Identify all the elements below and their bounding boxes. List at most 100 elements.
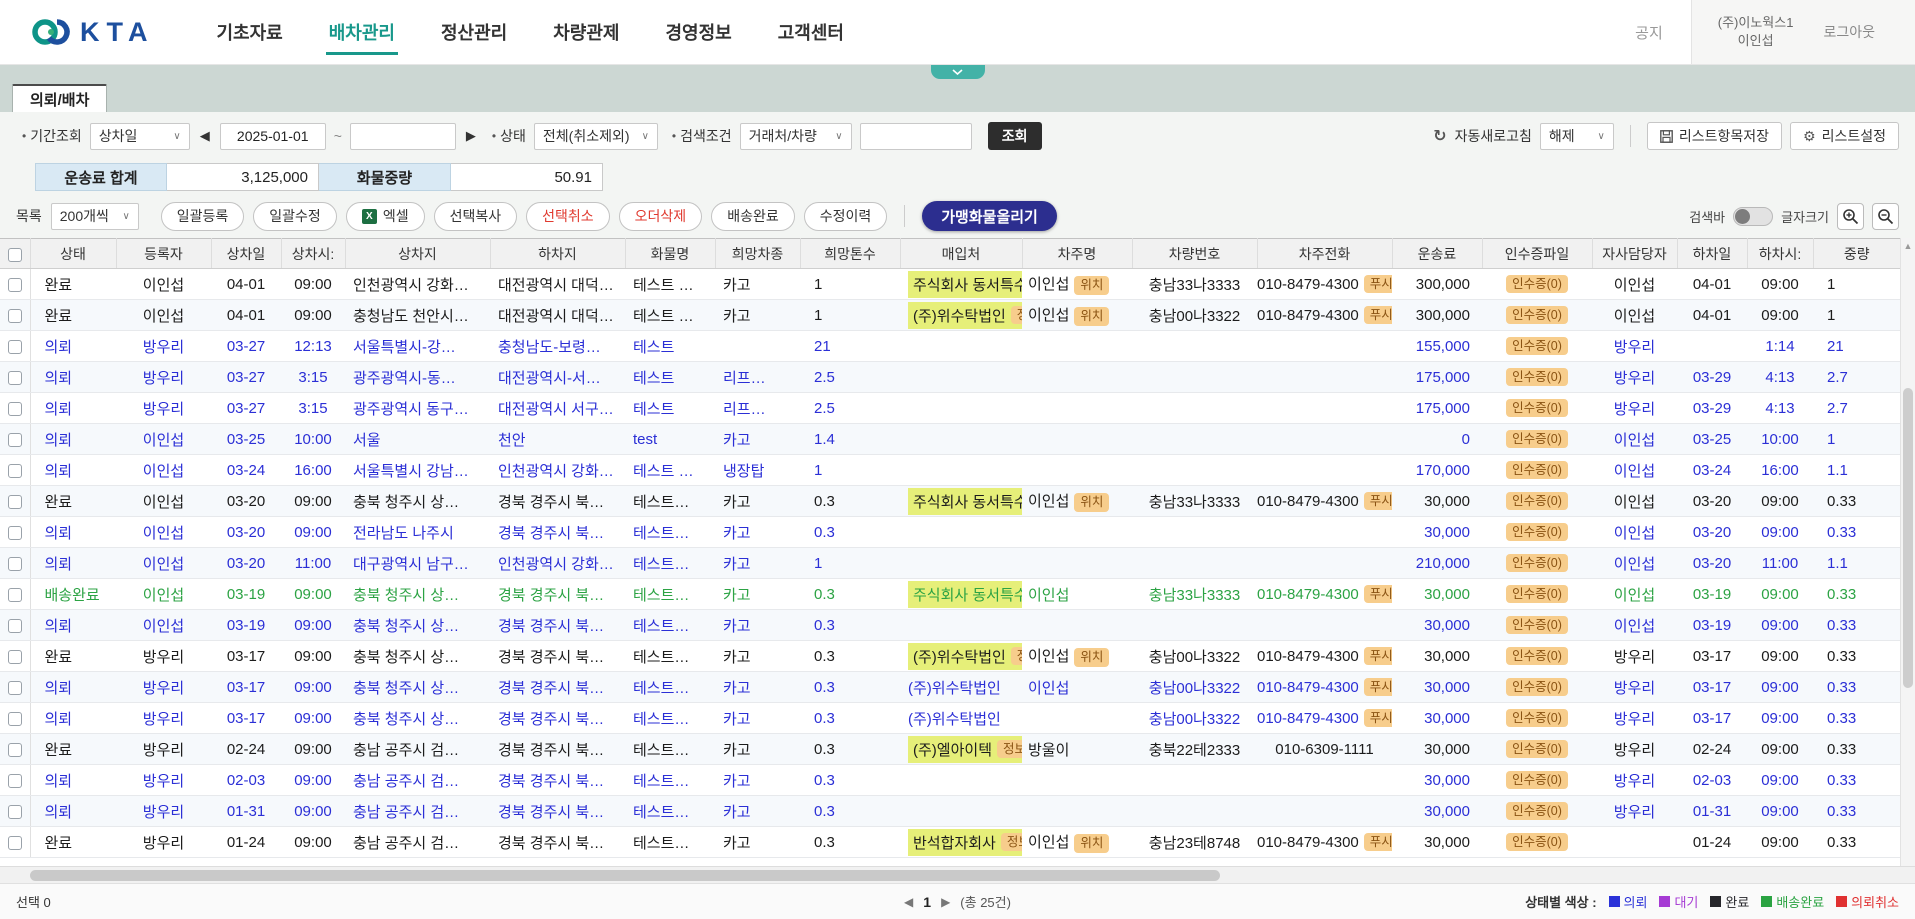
date-prev-button[interactable]: ◀ [198, 128, 212, 144]
row-checkbox[interactable] [8, 371, 22, 385]
row-checkbox[interactable] [8, 619, 22, 633]
row-checkbox[interactable] [8, 278, 22, 292]
buyer-highlight[interactable]: (주)위수탁법인정보 [908, 643, 1022, 670]
table-row[interactable]: 의뢰방우리03-1709:00충북 청주시 상…경북 경주시 북…테스트…카고0… [0, 672, 1900, 703]
receipt-badge[interactable]: 인수증(0) [1506, 678, 1568, 696]
row-checkbox[interactable] [8, 743, 22, 757]
column-header-운송료[interactable]: 운송료 [1392, 239, 1482, 269]
table-row[interactable]: 의뢰이인섭03-2011:00대구광역시 남구…인천광역시 강화…테스트…카고1… [0, 548, 1900, 579]
info-badge[interactable]: 정보 [1011, 306, 1022, 324]
location-badge[interactable]: 위치 [1074, 276, 1109, 294]
receipt-badge[interactable]: 인수증(0) [1506, 523, 1568, 541]
notice-link[interactable]: 공지 [1635, 22, 1663, 43]
horizontal-scroll-thumb[interactable] [30, 870, 1220, 881]
receipt-badge[interactable]: 인수증(0) [1506, 399, 1568, 417]
font-zoom-in-button[interactable] [1837, 203, 1864, 230]
receipt-badge[interactable]: 인수증(0) [1506, 275, 1568, 293]
receipt-badge[interactable]: 인수증(0) [1506, 306, 1568, 324]
toolbar-button-일괄수정[interactable]: 일괄수정 [253, 202, 337, 231]
receipt-badge[interactable]: 인수증(0) [1506, 616, 1568, 634]
toolbar-button-수정이력[interactable]: 수정이력 [804, 202, 888, 231]
receipt-badge[interactable]: 인수증(0) [1506, 709, 1568, 727]
receipt-badge[interactable]: 인수증(0) [1506, 585, 1568, 603]
buyer-highlight[interactable]: 주식회사 동서특수 [908, 271, 1022, 298]
column-header-인수증파일[interactable]: 인수증파일 [1482, 239, 1592, 269]
info-badge[interactable]: 정보 [1011, 647, 1022, 665]
column-header-상차시[interactable]: 상차시: [281, 239, 345, 269]
push-badge[interactable]: 푸시 [1364, 306, 1392, 324]
table-row[interactable]: 의뢰방우리01-3109:00충남 공주시 검…경북 경주시 북…테스트…카고0… [0, 796, 1900, 827]
table-row[interactable]: 완료이인섭04-0109:00충청남도 천안시…대전광역시 대덕…테스트 …카고… [0, 300, 1900, 331]
nav-item-기초자료[interactable]: 기초자료 [217, 0, 283, 64]
searchbar-toggle[interactable] [1733, 207, 1773, 226]
row-checkbox[interactable] [8, 309, 22, 323]
location-badge[interactable]: 위치 [1074, 307, 1109, 325]
vertical-scroll-thumb[interactable] [1903, 388, 1913, 688]
list-settings-button[interactable]: ⚙ 리스트설정 [1790, 122, 1899, 150]
table-row[interactable]: 완료방우리02-2409:00충남 공주시 검…경북 경주시 북…테스트…카고0… [0, 734, 1900, 765]
receipt-badge[interactable]: 인수증(0) [1506, 554, 1568, 572]
column-header-하차일[interactable]: 하차일 [1677, 239, 1747, 269]
table-row[interactable]: 의뢰이인섭03-2416:00서울특별시 강남…인천광역시 강화…테스트 …냉장… [0, 455, 1900, 486]
push-badge[interactable]: 푸시 [1364, 275, 1392, 293]
row-checkbox[interactable] [8, 650, 22, 664]
row-checkbox[interactable] [8, 681, 22, 695]
nav-item-경영정보[interactable]: 경영정보 [666, 0, 732, 64]
receipt-badge[interactable]: 인수증(0) [1506, 337, 1568, 355]
column-header-상차지[interactable]: 상차지 [345, 239, 490, 269]
vertical-scrollbar[interactable]: ▲ [1900, 238, 1915, 866]
toolbar-button-배송완료[interactable]: 배송완료 [711, 202, 795, 231]
column-header-희망차종[interactable]: 희망차종 [715, 239, 800, 269]
location-badge[interactable]: 위치 [1074, 834, 1109, 852]
buyer-highlight[interactable]: (주)엘아이텍정보 [908, 736, 1022, 763]
table-row[interactable]: 완료이인섭04-0109:00인천광역시 강화…대전광역시 대덕…테스트 …카고… [0, 269, 1900, 300]
row-checkbox[interactable] [8, 526, 22, 540]
toolbar-button-오더삭제[interactable]: 오더삭제 [619, 202, 703, 231]
nav-item-차량관제[interactable]: 차량관제 [553, 0, 619, 64]
column-header-하차지[interactable]: 하차지 [490, 239, 625, 269]
push-badge[interactable]: 푸시 [1364, 709, 1392, 727]
row-checkbox[interactable] [8, 464, 22, 478]
tab-request-dispatch[interactable]: 의뢰/배차 [12, 84, 107, 112]
push-badge[interactable]: 푸시 [1364, 492, 1392, 510]
search-type-select[interactable]: 거래처/차량∨ [740, 123, 852, 150]
row-checkbox[interactable] [8, 402, 22, 416]
date-from-input[interactable] [220, 123, 326, 150]
table-row[interactable]: 의뢰이인섭03-2009:00전라남도 나주시경북 경주시 북…테스트…카고0.… [0, 517, 1900, 548]
nav-item-배차관리[interactable]: 배차관리 [329, 0, 395, 64]
table-row[interactable]: 완료방우리03-1709:00충북 청주시 상…경북 경주시 북…테스트…카고0… [0, 641, 1900, 672]
receipt-badge[interactable]: 인수증(0) [1506, 461, 1568, 479]
push-badge[interactable]: 푸시 [1364, 833, 1392, 851]
receipt-badge[interactable]: 인수증(0) [1506, 740, 1568, 758]
table-row[interactable]: 의뢰이인섭03-2510:00서울천안test카고1.40인수증(0)이인섭03… [0, 424, 1900, 455]
status-select[interactable]: 전체(취소제외)∨ [534, 123, 658, 150]
date-to-input[interactable] [350, 123, 456, 150]
nav-item-고객센터[interactable]: 고객센터 [778, 0, 844, 64]
column-header-희망톤수[interactable]: 희망톤수 [800, 239, 900, 269]
receipt-badge[interactable]: 인수증(0) [1506, 771, 1568, 789]
table-row[interactable]: 완료방우리01-2409:00충남 공주시 검…경북 경주시 북…테스트…카고0… [0, 827, 1900, 858]
row-checkbox[interactable] [8, 836, 22, 850]
toolbar-button-선택취소[interactable]: 선택취소 [526, 202, 610, 231]
save-list-columns-button[interactable]: 리스트항목저장 [1647, 122, 1782, 150]
receipt-badge[interactable]: 인수증(0) [1506, 833, 1568, 851]
column-header-자사담당자[interactable]: 자사담당자 [1592, 239, 1677, 269]
period-select[interactable]: 상차일∨ [90, 123, 190, 150]
buyer-highlight[interactable]: 주식회사 동서특수 [908, 488, 1022, 515]
location-badge[interactable]: 위치 [1074, 493, 1109, 511]
table-row[interactable]: 완료이인섭03-2009:00충북 청주시 상…경북 경주시 북…테스트…카고0… [0, 486, 1900, 517]
buyer-highlight[interactable]: 주식회사 동서특수 [908, 581, 1022, 608]
receipt-badge[interactable]: 인수증(0) [1506, 647, 1568, 665]
location-badge[interactable]: 위치 [1074, 648, 1109, 666]
row-checkbox[interactable] [8, 433, 22, 447]
toolbar-button-선택복사[interactable]: 선택복사 [434, 202, 518, 231]
collapse-panel-button[interactable] [931, 65, 985, 79]
autorefresh-select[interactable]: 해제∨ [1540, 123, 1614, 150]
prev-page-button[interactable]: ◀ [904, 895, 913, 909]
current-page[interactable]: 1 [923, 894, 931, 910]
push-badge[interactable]: 푸시 [1364, 585, 1392, 603]
list-size-select[interactable]: 200개씩∨ [51, 203, 139, 230]
row-checkbox[interactable] [8, 557, 22, 571]
receipt-badge[interactable]: 인수증(0) [1506, 430, 1568, 448]
table-row[interactable]: 배송완료이인섭03-1909:00충북 청주시 상…경북 경주시 북…테스트…카… [0, 579, 1900, 610]
